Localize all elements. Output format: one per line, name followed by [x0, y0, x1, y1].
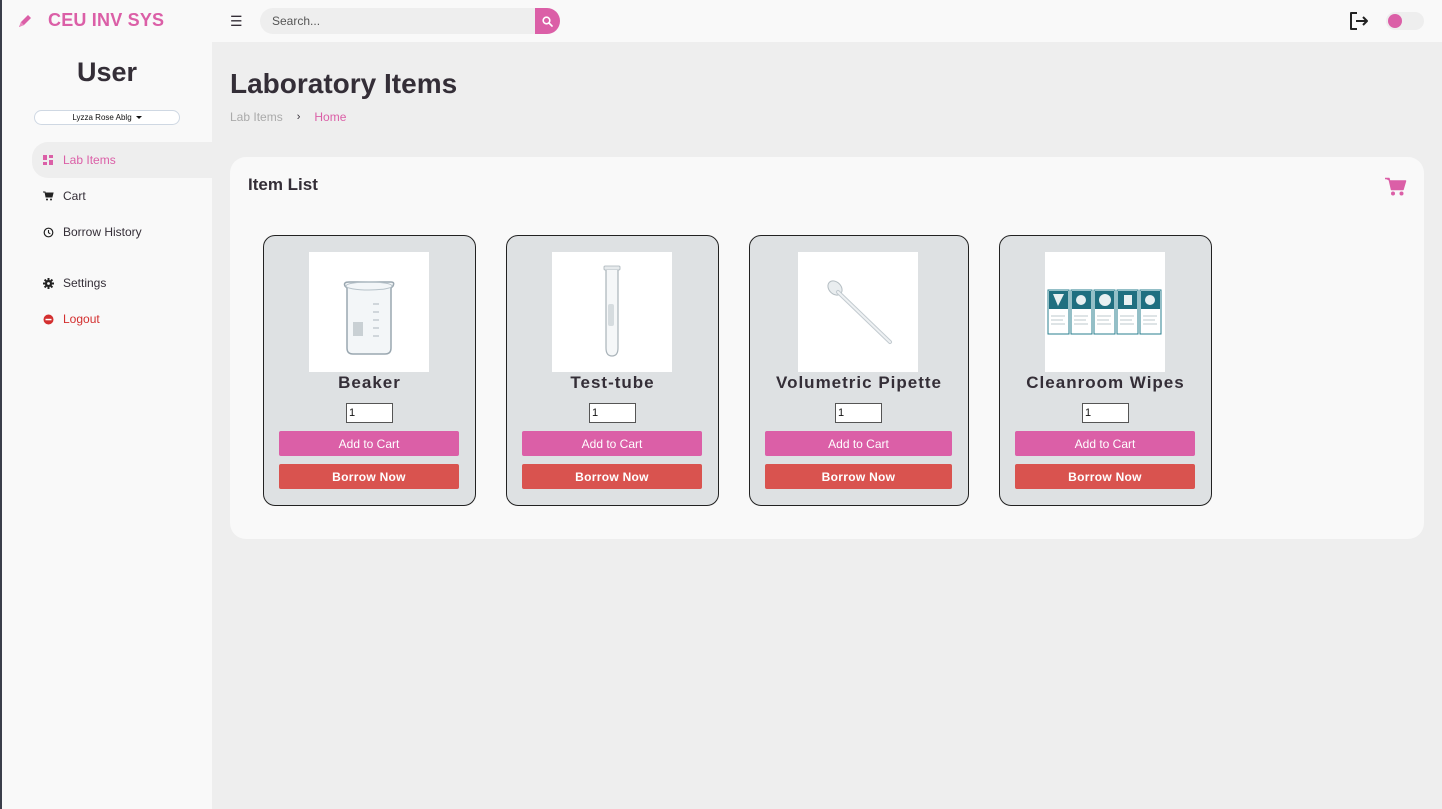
item-card-volumetric-pipette: Volumetric Pipette Add to Cart Borrow No… [749, 235, 969, 506]
add-to-cart-button[interactable]: Add to Cart [279, 431, 459, 456]
add-to-cart-button[interactable]: Add to Cart [1015, 431, 1195, 456]
brand-name: CEU INV SYS [48, 10, 165, 30]
item-card-test-tube: Test-tube Add to Cart Borrow Now [506, 235, 719, 506]
item-name: Cleanroom Wipes [1026, 373, 1185, 392]
chevron-right-icon: › [296, 111, 301, 123]
search-form [260, 8, 560, 34]
top-navbar: CEU INV SYS ☰ [2, 0, 1442, 42]
borrow-now-button[interactable]: Borrow Now [1015, 464, 1195, 489]
pen-icon [19, 14, 31, 27]
logout-icon [42, 313, 54, 325]
sidebar-item-cart[interactable]: Cart [2, 178, 212, 214]
search-input[interactable] [260, 8, 535, 34]
sidebar: User Lyzza Rose Ablg Lab Items Cart Borr… [2, 42, 212, 809]
sidebar-item-label: Lab Items [63, 153, 116, 167]
sidebar-item-label: Settings [63, 276, 107, 290]
quantity-input[interactable] [346, 403, 393, 423]
item-card-cleanroom-wipes: Cleanroom Wipes Add to Cart Borrow Now [999, 235, 1212, 506]
search-button[interactable] [535, 8, 560, 34]
breadcrumb-home[interactable]: Home [314, 110, 346, 124]
quantity-input[interactable] [835, 403, 882, 423]
sidebar-title: User [76, 57, 138, 87]
sidebar-item-label: Borrow History [63, 225, 142, 239]
borrow-now-button[interactable]: Borrow Now [522, 464, 702, 489]
borrow-now-button[interactable]: Borrow Now [765, 464, 952, 489]
item-name: Test-tube [570, 373, 655, 392]
quantity-input[interactable] [1082, 403, 1129, 423]
history-icon [42, 226, 54, 238]
cart-icon [42, 190, 54, 202]
panel-title: Item List [248, 175, 318, 194]
brand[interactable]: CEU INV SYS [16, 10, 164, 31]
theme-toggle[interactable] [1386, 12, 1424, 30]
logout-icon[interactable] [1348, 11, 1370, 31]
cart-icon[interactable] [1385, 177, 1407, 197]
sidebar-menu: Lab Items Cart Borrow History Settings L… [2, 142, 212, 337]
item-name: Beaker [338, 373, 401, 392]
add-to-cart-button[interactable]: Add to Cart [765, 431, 952, 456]
caret-down-icon [135, 116, 142, 119]
item-list-panel: Item List Beaker Add to Cart Borrow Now [230, 157, 1424, 539]
borrow-now-button[interactable]: Borrow Now [279, 464, 459, 489]
sidebar-item-label: Logout [63, 312, 100, 326]
search-icon [542, 15, 553, 27]
quantity-input[interactable] [589, 403, 636, 423]
page-title: Laboratory Items [230, 68, 458, 99]
toggle-knob [1388, 14, 1402, 28]
test-tube-image [552, 252, 672, 372]
gear-icon [42, 277, 54, 289]
item-card-beaker: Beaker Add to Cart Borrow Now [263, 235, 476, 506]
hamburger-menu-icon[interactable]: ☰ [230, 13, 243, 30]
item-name: Volumetric Pipette [776, 373, 942, 392]
sidebar-item-settings[interactable]: Settings [2, 265, 212, 301]
breadcrumb: Lab Items › Home [230, 110, 346, 124]
grid-icon [42, 154, 54, 166]
sidebar-item-logout[interactable]: Logout [2, 301, 212, 337]
cleanroom-wipes-image [1045, 252, 1165, 372]
breadcrumb-lab-items[interactable]: Lab Items [230, 110, 283, 124]
sidebar-item-lab-items[interactable]: Lab Items [32, 142, 212, 178]
add-to-cart-button[interactable]: Add to Cart [522, 431, 702, 456]
sidebar-item-label: Cart [63, 189, 86, 203]
user-name: Lyzza Rose Ablg [72, 113, 132, 122]
beaker-image [309, 252, 429, 372]
sidebar-item-borrow-history[interactable]: Borrow History [2, 214, 212, 250]
user-dropdown[interactable]: Lyzza Rose Ablg [34, 110, 180, 125]
pipette-image [798, 252, 918, 372]
